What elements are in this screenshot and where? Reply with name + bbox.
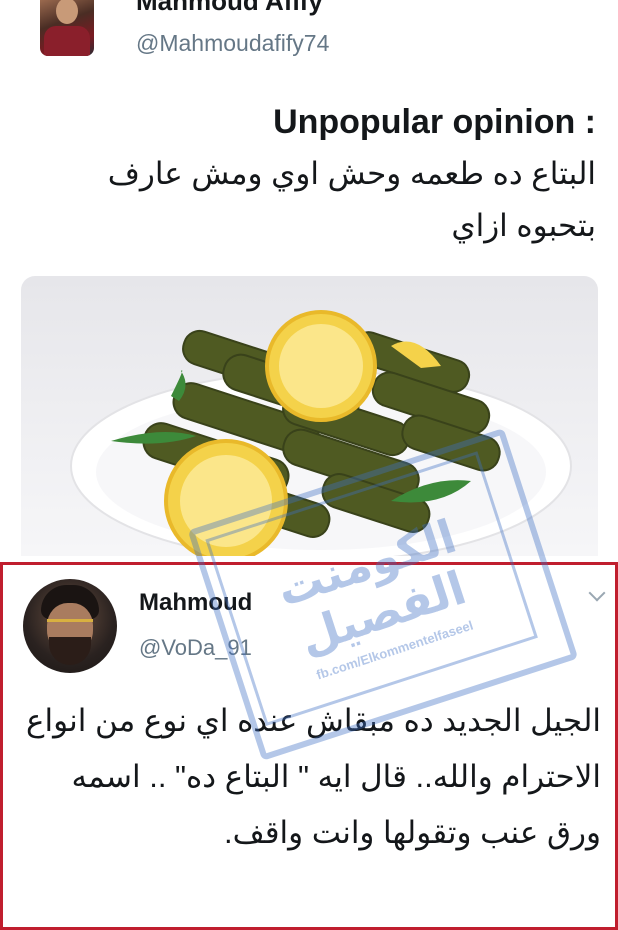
tweet-heading: Unpopular opinion : [273, 103, 596, 141]
avatar[interactable] [23, 579, 117, 673]
avatar-beard [49, 637, 91, 665]
tweet-body: الجيل الجديد ده مبقاش عنده اي نوع من انو… [26, 703, 601, 850]
avatar[interactable] [40, 0, 94, 56]
tweet-text: Unpopular opinion : البتاع ده طعمه وحش ا… [26, 96, 596, 252]
tweet-body: البتاع ده طعمه وحش اوي ومش عارف بتحبوه ا… [107, 156, 596, 243]
tweet-photo[interactable] [21, 276, 598, 556]
chevron-down-icon[interactable] [588, 584, 606, 602]
user-handle[interactable]: @Mahmoudafify74 [136, 30, 329, 57]
avatar-glasses [47, 619, 93, 632]
avatar-face [56, 0, 78, 24]
stuffed-grape-leaves-image [70, 310, 572, 556]
original-tweet: Mahmoud Afify @Mahmoudafify74 Unpopular … [0, 0, 618, 560]
display-name[interactable]: Mahmoud Afify [136, 0, 323, 17]
reply-tweet-highlighted: Mahmoud @VoDa_91 الجيل الجديد ده مبقاش ع… [0, 562, 618, 930]
display-name[interactable]: Mahmoud [139, 589, 252, 617]
avatar-shirt [44, 26, 90, 56]
user-handle[interactable]: @VoDa_91 [139, 635, 252, 661]
